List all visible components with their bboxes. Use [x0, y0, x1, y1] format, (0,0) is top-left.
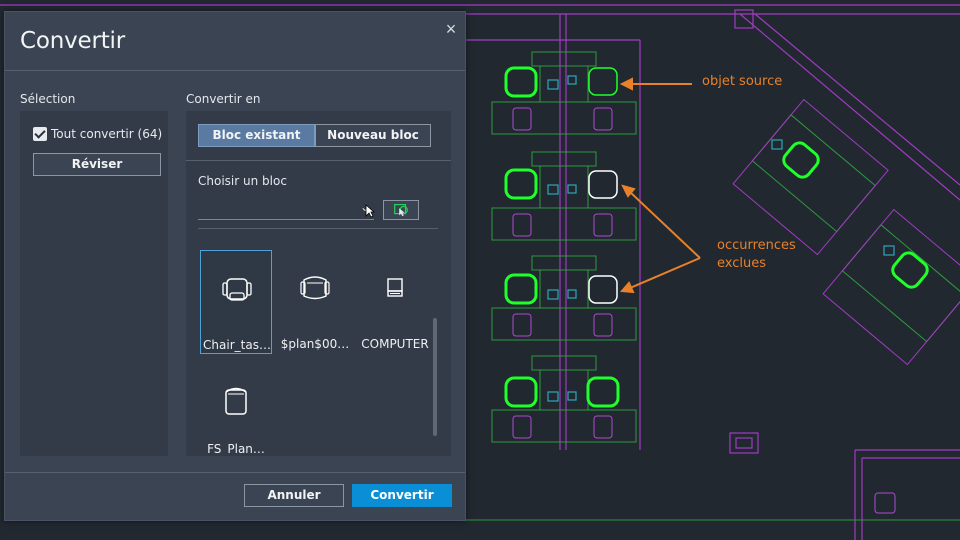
convert-dialog: Convertir × Sélection Convertir en Tout …	[4, 11, 466, 521]
annotation-excluded-line1: occurrences	[717, 238, 796, 253]
rotated-cubicle-1	[732, 98, 889, 256]
annotation-arrows	[619, 77, 701, 294]
annotation-source-object: objet source	[702, 74, 783, 89]
source-chair	[588, 67, 618, 96]
title-divider	[5, 70, 465, 71]
cad-workspace: objet source occurrences exclues Convert…	[0, 0, 960, 540]
convert-all-row[interactable]: Tout convertir (64)	[33, 127, 162, 141]
desk-chairs	[512, 107, 896, 514]
block-select[interactable]: ⌄	[198, 200, 374, 220]
chooser-divider	[198, 228, 438, 229]
review-button[interactable]: Réviser	[33, 153, 161, 176]
block-tile-label: Chair_tas…	[203, 338, 271, 352]
convert-to-section-label: Convertir en	[186, 92, 261, 106]
computer-icon	[387, 278, 403, 297]
close-icon[interactable]: ×	[443, 20, 459, 38]
convert-button[interactable]: Convertir	[352, 484, 452, 507]
block-tile-fs-plan[interactable]: FS_Plan…	[200, 362, 272, 454]
block-tile-label: $plan$00…	[280, 337, 350, 351]
block-tile-computer[interactable]: COMPUTER	[359, 250, 431, 354]
cancel-button[interactable]: Annuler	[244, 484, 344, 507]
task-chair-icon	[222, 278, 252, 301]
armchair-icon	[300, 276, 330, 300]
tab-existing-block[interactable]: Bloc existant	[198, 124, 315, 147]
rotated-cubicle-2	[822, 208, 960, 366]
excluded-chairs	[588, 170, 618, 304]
choose-block-label: Choisir un bloc	[198, 174, 287, 188]
block-tile-plan[interactable]: $plan$00…	[279, 250, 351, 354]
block-list-scrollbar[interactable]	[433, 318, 437, 436]
footer-divider	[5, 472, 465, 473]
mouse-cursor-icon	[365, 204, 375, 218]
pick-block-button[interactable]	[383, 200, 419, 220]
annotation-excluded-line2: exclues	[717, 256, 767, 271]
convert-all-checkbox[interactable]	[33, 127, 47, 141]
tabs-divider	[186, 160, 451, 161]
tab-new-block[interactable]: Nouveau bloc	[315, 124, 431, 147]
convert-all-label: Tout convertir (64)	[51, 127, 163, 141]
block-tile-label: COMPUTER	[361, 337, 429, 351]
selection-section-label: Sélection	[20, 92, 76, 106]
dialog-title: Convertir	[20, 28, 125, 54]
block-tile-chair-task[interactable]: Chair_tas…	[200, 250, 272, 354]
select-object-icon	[394, 204, 408, 217]
lounge-chair-icon	[225, 387, 247, 415]
block-tile-label: FS_Plan…	[207, 442, 265, 454]
